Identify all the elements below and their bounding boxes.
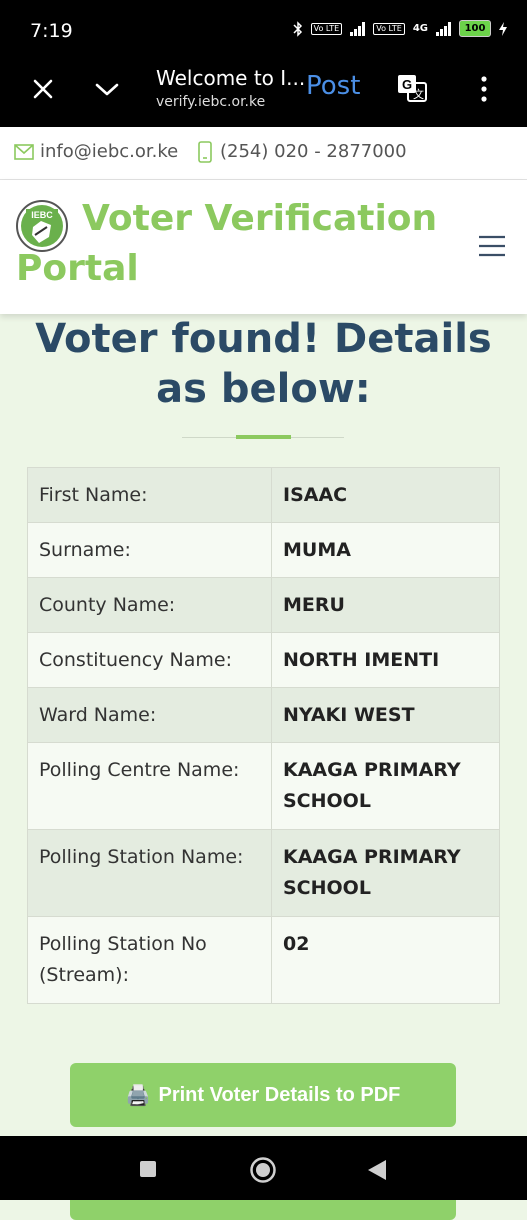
phone-icon <box>198 141 212 163</box>
volte-badge-2: Vo LTE <box>373 22 405 35</box>
row-label: Polling Station No (Stream): <box>27 916 272 1004</box>
row-value: NYAKI WEST <box>271 687 500 743</box>
row-value: 02 <box>271 916 500 1004</box>
table-row: County Name: MERU <box>27 577 500 633</box>
row-label: Polling Station Name: <box>27 829 272 917</box>
result-heading: Voter found! Details as below: <box>35 316 492 412</box>
svg-text:G: G <box>402 77 412 92</box>
translate-icon[interactable]: G 文 <box>396 72 428 104</box>
page-title[interactable]: Welcome to I... <box>156 66 305 90</box>
row-label: Surname: <box>27 522 272 578</box>
row-label: Ward Name: <box>27 687 272 743</box>
row-value: MERU <box>271 577 500 633</box>
printer-icon: 🖨️ <box>125 1084 151 1107</box>
brand-title[interactable]: Voter Verification <box>82 198 437 239</box>
system-navigation-bar <box>0 1136 527 1200</box>
home-icon[interactable] <box>249 1156 277 1184</box>
page-url[interactable]: verify.iebc.or.ke <box>156 94 265 110</box>
contact-bar: info@iebc.or.ke (254) 020 - 2877000 <box>0 127 527 180</box>
iebc-logo[interactable]: IEBC <box>15 199 69 253</box>
brand-title-line2[interactable]: Portal <box>16 248 139 289</box>
table-row: Polling Station No (Stream): 02 <box>27 916 500 1004</box>
row-value: KAAGA PRIMARY SCHOOL <box>271 742 500 830</box>
network-label: 4G <box>412 23 428 34</box>
mail-icon <box>14 144 34 160</box>
row-value: ISAAC <box>271 467 500 523</box>
table-row: First Name: ISAAC <box>27 467 500 523</box>
recent-apps-icon[interactable] <box>139 1160 157 1178</box>
bluetooth-icon <box>293 20 302 37</box>
table-row: Polling Centre Name: KAAGA PRIMARY SCHOO… <box>27 742 500 830</box>
voter-details-table: First Name: ISAAC Surname: MUMA County N… <box>27 467 500 1004</box>
chevron-down-icon[interactable] <box>94 78 120 100</box>
contact-email[interactable]: info@iebc.or.ke <box>40 141 178 162</box>
charging-icon <box>499 21 507 36</box>
more-vert-icon[interactable] <box>480 76 488 102</box>
signal-icon <box>350 21 366 36</box>
hamburger-menu-icon[interactable] <box>478 234 506 258</box>
contact-phone[interactable]: (254) 020 - 2877000 <box>220 141 407 162</box>
battery-icon: 100 <box>459 20 491 37</box>
status-icons: Vo LTE Vo LTE 4G 100 <box>293 20 507 37</box>
table-row: Surname: MUMA <box>27 522 500 578</box>
table-row: Constituency Name: NORTH IMENTI <box>27 632 500 688</box>
row-value: NORTH IMENTI <box>271 632 500 688</box>
svg-text:IEBC: IEBC <box>31 210 53 220</box>
table-row: Polling Station Name: KAAGA PRIMARY SCHO… <box>27 829 500 917</box>
heading-divider-accent <box>236 435 291 439</box>
row-label: County Name: <box>27 577 272 633</box>
post-button[interactable]: Post <box>306 71 360 101</box>
site-header: IEBC Voter Verification Portal <box>0 180 527 314</box>
svg-text:文: 文 <box>413 87 424 101</box>
status-bar: 7:19 Vo LTE Vo LTE 4G 100 <box>0 0 527 58</box>
browser-toolbar: Welcome to I... verify.iebc.or.ke Post G… <box>0 58 527 127</box>
row-value: MUMA <box>271 522 500 578</box>
volte-badge: Vo LTE <box>310 22 343 35</box>
row-label: First Name: <box>27 467 272 523</box>
print-pdf-button[interactable]: 🖨️ Print Voter Details to PDF <box>70 1063 456 1127</box>
close-icon[interactable] <box>30 76 56 102</box>
print-button-label: Print Voter Details to PDF <box>158 1083 401 1106</box>
back-icon[interactable] <box>366 1158 388 1182</box>
row-label: Polling Centre Name: <box>27 742 272 830</box>
table-row: Ward Name: NYAKI WEST <box>27 687 500 743</box>
signal-icon-2 <box>436 21 451 36</box>
status-time: 7:19 <box>30 20 73 42</box>
row-value: KAAGA PRIMARY SCHOOL <box>271 829 500 917</box>
row-label: Constituency Name: <box>27 632 272 688</box>
